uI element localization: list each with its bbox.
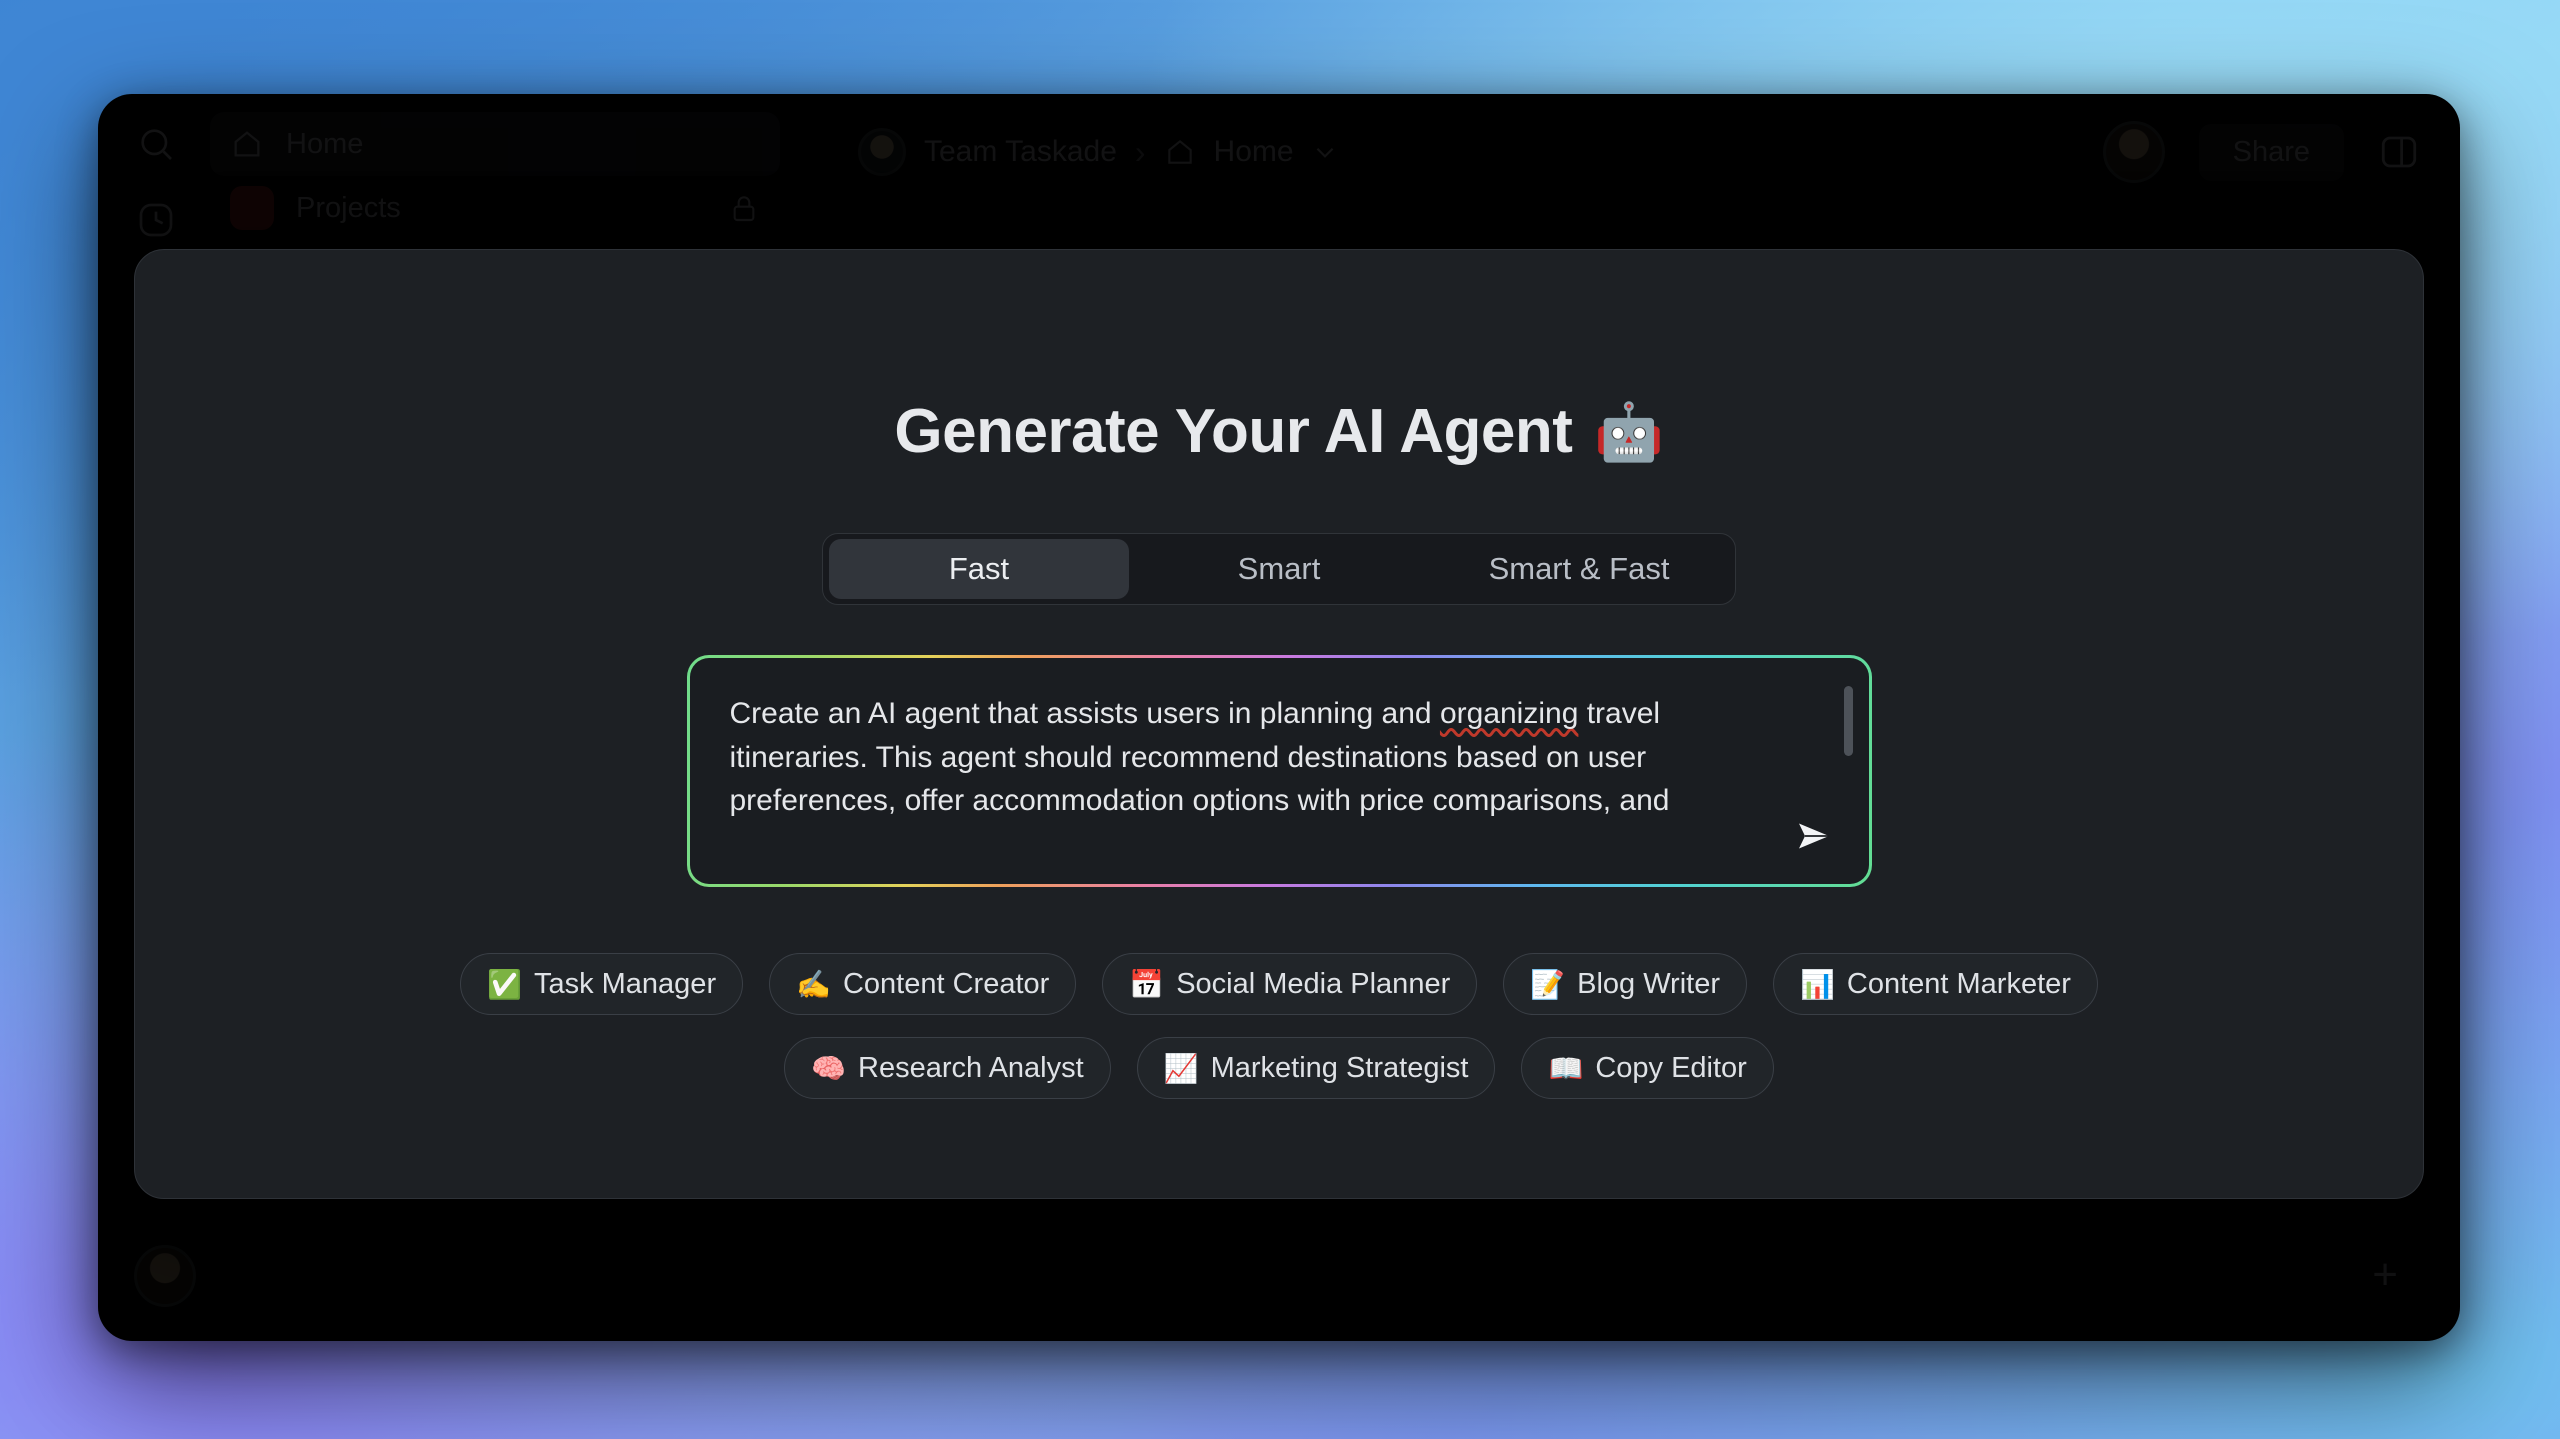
suggestion-chips: ✅ Task Manager ✍️ Content Creator 📅 Soci…	[459, 953, 2099, 1099]
send-icon	[1798, 823, 1829, 849]
lock-icon	[733, 196, 755, 222]
topbar: Team Taskade › Home Share	[818, 94, 2460, 210]
sidebar-item-home[interactable]: Home	[210, 112, 780, 176]
scrollbar[interactable]	[1843, 686, 1853, 756]
page-title: Generate Your AI Agent 🤖	[894, 396, 1664, 467]
avatar[interactable]	[134, 1245, 196, 1307]
desktop-wallpaper: Home Projects Team Taskade › Home Share …	[0, 0, 2560, 1439]
bottom-chrome: +	[98, 1201, 2460, 1341]
avatar[interactable]	[2102, 121, 2165, 183]
chip-social-media-planner[interactable]: 📅 Social Media Planner	[1102, 953, 1478, 1015]
send-button[interactable]	[1789, 814, 1839, 858]
breadcrumb-page[interactable]: Home	[1214, 135, 1294, 169]
plus-icon[interactable]: +	[2372, 1253, 2398, 1297]
tab-fast[interactable]: Fast	[829, 539, 1129, 599]
chip-label: Marketing Strategist	[1210, 1051, 1469, 1084]
memo-icon: 📝	[1530, 968, 1566, 1000]
prompt-input-wrapper: Create an AI agent that assists users in…	[686, 655, 1872, 887]
chip-copy-editor[interactable]: 📖 Copy Editor	[1521, 1037, 1774, 1099]
app-window: Home Projects Team Taskade › Home Share …	[98, 94, 2460, 1341]
misspelled-word: organizing	[1439, 697, 1579, 730]
sidebar-item-label: Home	[286, 127, 364, 160]
chart-increasing-icon: 📈	[1163, 1052, 1199, 1084]
share-button[interactable]: Share	[2198, 123, 2344, 181]
prompt-text: Create an AI agent that assists users in…	[730, 692, 1680, 823]
tab-smart-and-fast[interactable]: Smart & Fast	[1429, 539, 1729, 599]
chip-content-creator[interactable]: ✍️ Content Creator	[769, 953, 1077, 1015]
tab-smart[interactable]: Smart	[1129, 539, 1429, 599]
writing-hand-icon: ✍️	[796, 968, 831, 1000]
chip-label: Content Creator	[842, 967, 1050, 1000]
sidebar-item-projects[interactable]: Projects	[210, 176, 780, 240]
check-mark-icon: ✅	[487, 968, 522, 1000]
bar-chart-icon: 📊	[1800, 968, 1835, 1000]
chip-content-marketer[interactable]: 📊 Content Marketer	[1773, 953, 2098, 1015]
chip-label: Research Analyst	[858, 1051, 1084, 1084]
sidebar-items: Home Projects	[210, 112, 780, 240]
project-swatch	[230, 186, 274, 230]
sidebar-item-label: Projects	[296, 191, 401, 224]
chip-blog-writer[interactable]: 📝 Blog Writer	[1503, 953, 1747, 1015]
chip-label: Content Marketer	[1846, 967, 2071, 1000]
workspace-avatar	[858, 128, 906, 176]
modal-title-text: Generate Your AI Agent	[894, 397, 1573, 466]
clock-icon[interactable]	[128, 192, 184, 248]
breadcrumb-workspace[interactable]: Team Taskade	[924, 135, 1117, 169]
breadcrumb: Team Taskade › Home	[858, 128, 1338, 176]
chip-label: Copy Editor	[1595, 1051, 1747, 1084]
chip-label: Social Media Planner	[1176, 967, 1451, 1000]
search-icon[interactable]	[128, 116, 184, 172]
prompt-input[interactable]: Create an AI agent that assists users in…	[689, 658, 1869, 884]
chip-label: Blog Writer	[1577, 967, 1720, 1000]
chip-marketing-strategist[interactable]: 📈 Marketing Strategist	[1136, 1037, 1496, 1099]
chip-label: Task Manager	[533, 967, 717, 1000]
home-icon	[1167, 139, 1192, 164]
panel-toggle-icon[interactable]	[2378, 131, 2420, 173]
brain-icon: 🧠	[811, 1052, 847, 1084]
open-book-icon: 📖	[1548, 1052, 1584, 1084]
calendar-icon: 📅	[1129, 968, 1165, 1000]
sidebar-rail	[128, 116, 198, 268]
chevron-down-icon[interactable]	[1312, 139, 1338, 165]
topbar-actions: Share	[2102, 121, 2420, 183]
breadcrumb-separator: ›	[1134, 133, 1146, 170]
chip-task-manager[interactable]: ✅ Task Manager	[460, 953, 744, 1015]
chip-research-analyst[interactable]: 🧠 Research Analyst	[784, 1037, 1111, 1099]
robot-icon: 🤖	[1594, 399, 1664, 463]
mode-segmented-control: Fast Smart Smart & Fast	[822, 533, 1736, 605]
generate-agent-modal: Generate Your AI Agent 🤖 Fast Smart Smar…	[134, 249, 2424, 1199]
prompt-text-before: Create an AI agent that assists users in…	[729, 697, 1440, 730]
